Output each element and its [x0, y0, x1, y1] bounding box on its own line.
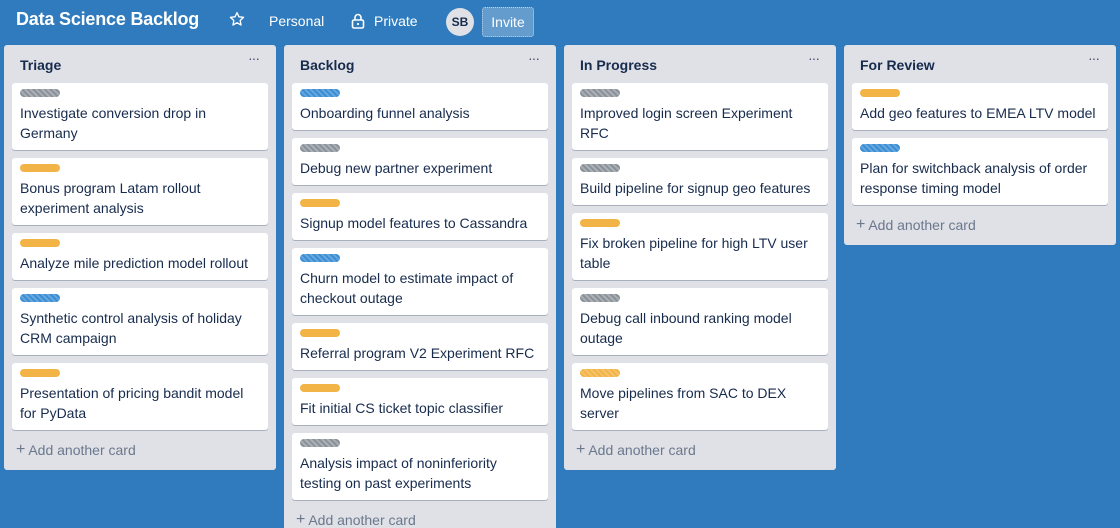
card-title: Debug new partner experiment	[300, 160, 493, 176]
list-menu-icon[interactable]: ···	[248, 51, 264, 67]
board-title[interactable]: Data Science Backlog	[16, 9, 199, 30]
lock-icon	[351, 12, 365, 30]
plus-icon: +	[576, 441, 586, 458]
card[interactable]: Synthetic control analysis of holiday CR…	[12, 288, 268, 355]
list-menu-icon[interactable]: ···	[1088, 51, 1104, 67]
list-header: In Progress ···	[564, 45, 836, 83]
card-label-orange[interactable]	[20, 164, 60, 172]
card[interactable]: Onboarding funnel analysis	[292, 83, 548, 130]
card[interactable]: Plan for switchback analysis of order re…	[852, 138, 1108, 205]
list-for-review: For Review ··· Add geo features to EMEA …	[844, 45, 1116, 245]
card-label-orange[interactable]	[300, 199, 340, 207]
card-container: Investigate conversion drop in Germany Bo…	[4, 83, 276, 430]
add-card-button[interactable]: + Add another card	[844, 213, 1116, 245]
card-title: Signup model features to Cassandra	[300, 215, 528, 231]
card-label-orange[interactable]	[580, 219, 620, 227]
visibility-button[interactable]: Private	[374, 9, 418, 33]
card[interactable]: Build pipeline for signup geo features	[572, 158, 828, 205]
card[interactable]: Presentation of pricing bandit model for…	[12, 363, 268, 430]
card-label-orange[interactable]	[20, 239, 60, 247]
card-title: Analysis impact of noninferiority testin…	[300, 455, 497, 491]
card-container: Add geo features to EMEA LTV model Plan f…	[844, 83, 1116, 205]
card-label-orange[interactable]	[580, 369, 620, 377]
card-label-blue[interactable]	[300, 89, 340, 97]
card[interactable]: Fit initial CS ticket topic classifier	[292, 378, 548, 425]
card[interactable]: Add geo features to EMEA LTV model	[852, 83, 1108, 130]
card-container: Onboarding funnel analysis Debug new part…	[284, 83, 556, 500]
list-header: Triage ···	[4, 45, 276, 83]
card[interactable]: Investigate conversion drop in Germany	[12, 83, 268, 150]
card[interactable]: Signup model features to Cassandra	[292, 193, 548, 240]
card-title: Investigate conversion drop in Germany	[20, 105, 206, 141]
list-title[interactable]: For Review	[860, 57, 935, 73]
card-label-orange[interactable]	[300, 329, 340, 337]
add-card-label: Add another card	[308, 512, 416, 528]
card-title: Presentation of pricing bandit model for…	[20, 385, 244, 421]
card-title: Churn model to estimate impact of checko…	[300, 270, 514, 306]
card-label-blue[interactable]	[860, 144, 900, 152]
card-title: Fix broken pipeline for high LTV user ta…	[580, 235, 808, 271]
card-title: Move pipelines from SAC to DEX server	[580, 385, 787, 421]
add-card-label: Add another card	[868, 217, 976, 233]
card-title: Bonus program Latam rollout experiment a…	[20, 180, 201, 216]
list-header: For Review ···	[844, 45, 1116, 83]
add-card-label: Add another card	[28, 442, 136, 458]
card[interactable]: Analysis impact of noninferiority testin…	[292, 433, 548, 500]
avatar[interactable]: SB	[446, 8, 474, 36]
board-header: Data Science Backlog Personal Private SB…	[0, 0, 1120, 42]
card-title: Add geo features to EMEA LTV model	[860, 105, 1096, 121]
card-label-gray[interactable]	[300, 144, 340, 152]
list-backlog: Backlog ··· Onboarding funnel analysis De…	[284, 45, 556, 528]
add-card-button[interactable]: + Add another card	[4, 438, 276, 470]
list-title[interactable]: Backlog	[300, 57, 354, 73]
card-label-gray[interactable]	[20, 89, 60, 97]
card-title: Improved login screen Experiment RFC	[580, 105, 793, 141]
card-title: Build pipeline for signup geo features	[580, 180, 811, 196]
add-card-button[interactable]: + Add another card	[564, 438, 836, 470]
card-label-orange[interactable]	[860, 89, 900, 97]
card-title: Synthetic control analysis of holiday CR…	[20, 310, 242, 346]
card-title: Analyze mile prediction model rollout	[20, 255, 248, 271]
card[interactable]: Referral program V2 Experiment RFC	[292, 323, 548, 370]
list-triage: Triage ··· Investigate conversion drop i…	[4, 45, 276, 470]
list-menu-icon[interactable]: ···	[528, 51, 544, 67]
card[interactable]: Fix broken pipeline for high LTV user ta…	[572, 213, 828, 280]
card-title: Onboarding funnel analysis	[300, 105, 470, 121]
star-icon[interactable]	[228, 10, 246, 30]
add-card-button[interactable]: + Add another card	[284, 508, 556, 528]
invite-button[interactable]: Invite	[482, 7, 534, 37]
team-button[interactable]: Personal	[269, 9, 324, 33]
card[interactable]: Bonus program Latam rollout experiment a…	[12, 158, 268, 225]
card-label-gray[interactable]	[300, 439, 340, 447]
card-label-orange[interactable]	[20, 369, 60, 377]
plus-icon: +	[16, 441, 26, 458]
card[interactable]: Debug new partner experiment	[292, 138, 548, 185]
add-card-label: Add another card	[588, 442, 696, 458]
card[interactable]: Move pipelines from SAC to DEX server	[572, 363, 828, 430]
card[interactable]: Analyze mile prediction model rollout	[12, 233, 268, 280]
card-title: Debug call inbound ranking model outage	[580, 310, 792, 346]
plus-icon: +	[856, 216, 866, 233]
card-label-gray[interactable]	[580, 294, 620, 302]
card-container: Improved login screen Experiment RFC Buil…	[564, 83, 836, 430]
card-label-blue[interactable]	[300, 254, 340, 262]
card-label-blue[interactable]	[20, 294, 60, 302]
list-menu-icon[interactable]: ···	[808, 51, 824, 67]
card[interactable]: Churn model to estimate impact of checko…	[292, 248, 548, 315]
card-title: Plan for switchback analysis of order re…	[860, 160, 1088, 196]
card[interactable]: Debug call inbound ranking model outage	[572, 288, 828, 355]
card-label-gray[interactable]	[580, 164, 620, 172]
list-header: Backlog ···	[284, 45, 556, 83]
card-label-orange[interactable]	[300, 384, 340, 392]
plus-icon: +	[296, 511, 306, 528]
list-title[interactable]: Triage	[20, 57, 61, 73]
list-in-progress: In Progress ··· Improved login screen Ex…	[564, 45, 836, 470]
list-title[interactable]: In Progress	[580, 57, 657, 73]
card-title: Referral program V2 Experiment RFC	[300, 345, 535, 361]
card-label-gray[interactable]	[580, 89, 620, 97]
card[interactable]: Improved login screen Experiment RFC	[572, 83, 828, 150]
card-title: Fit initial CS ticket topic classifier	[300, 400, 504, 416]
